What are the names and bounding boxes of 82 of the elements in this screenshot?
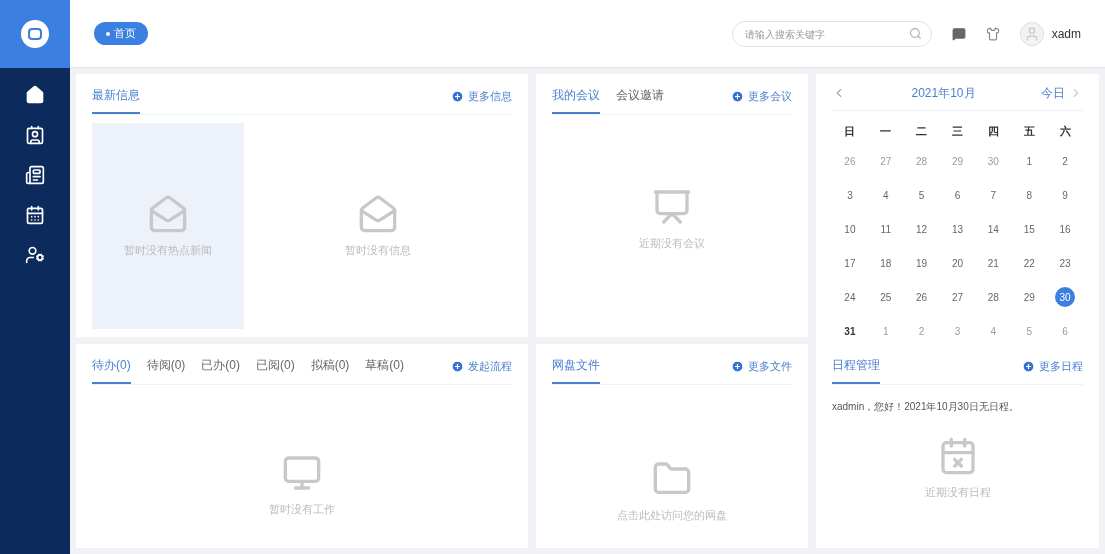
panel-tab[interactable]: 待办(0) bbox=[92, 352, 131, 384]
calendar-day[interactable]: 18 bbox=[875, 253, 896, 273]
calendar-day[interactable]: 30 bbox=[1055, 287, 1076, 307]
calendar-day[interactable]: 24 bbox=[839, 287, 860, 307]
message-icon[interactable] bbox=[951, 26, 966, 41]
calendar-month: 2021年10月 bbox=[910, 85, 977, 102]
calendar-day[interactable]: 4 bbox=[875, 185, 896, 205]
calendar-day[interactable]: 7 bbox=[983, 185, 1004, 205]
envelope-icon bbox=[148, 193, 188, 234]
plus-icon bbox=[451, 89, 464, 103]
logo-icon bbox=[21, 20, 49, 48]
today-button[interactable]: 今日 bbox=[1041, 84, 1065, 102]
panel-tab[interactable]: 网盘文件 bbox=[552, 352, 600, 384]
more-link[interactable]: 发起流程 bbox=[451, 353, 512, 383]
calendar-day[interactable]: 6 bbox=[947, 185, 968, 205]
calendar-day[interactable]: 9 bbox=[1055, 185, 1076, 205]
schedule-message: xadmin，您好！2021年10月30日无日程。 bbox=[832, 400, 1020, 414]
more-link[interactable]: 更多日程 bbox=[1022, 353, 1083, 383]
panel-tab[interactable]: 拟稿(0) bbox=[310, 352, 350, 384]
calendar-day[interactable]: 22 bbox=[1019, 253, 1040, 273]
empty-message: 点击此处访问您的网盘 bbox=[617, 508, 727, 523]
weekday-label: 六 bbox=[1058, 124, 1072, 139]
panel-tab[interactable]: 会议邀请 bbox=[616, 82, 664, 114]
user-gear-icon bbox=[25, 245, 45, 265]
more-link[interactable]: 更多会议 bbox=[731, 83, 792, 113]
panel-tab[interactable]: 已阅(0) bbox=[256, 352, 295, 384]
empty-message: 暂时没有信息 bbox=[345, 242, 411, 258]
shirt-icon[interactable] bbox=[985, 26, 1000, 41]
calendar-day[interactable]: 2 bbox=[1055, 151, 1076, 171]
calendar-icon bbox=[25, 205, 45, 225]
calendar-day[interactable]: 23 bbox=[1055, 253, 1076, 273]
calendar-day[interactable]: 29 bbox=[1019, 287, 1040, 307]
calendar-day[interactable]: 21 bbox=[983, 253, 1004, 273]
plus-icon bbox=[451, 359, 464, 373]
plus-icon bbox=[731, 89, 744, 103]
calendar-day[interactable]: 20 bbox=[947, 253, 968, 273]
more-link[interactable]: 更多信息 bbox=[451, 83, 512, 113]
calendar-day[interactable]: 5 bbox=[911, 185, 932, 205]
weekday-label: 二 bbox=[915, 124, 929, 139]
calendar-day[interactable]: 28 bbox=[983, 287, 1004, 307]
calendar-day[interactable]: 31 bbox=[839, 321, 860, 341]
calendar-day[interactable]: 12 bbox=[911, 219, 932, 239]
calendar-day[interactable]: 8 bbox=[1019, 185, 1040, 205]
empty-message: 近期没有会议 bbox=[639, 236, 705, 251]
panel-tab[interactable]: 日程管理 bbox=[832, 352, 880, 384]
calendar-day[interactable]: 17 bbox=[839, 253, 860, 273]
calendar-day[interactable]: 25 bbox=[875, 287, 896, 307]
envelope-icon bbox=[358, 193, 398, 234]
search-field[interactable]: 请输入搜索关键字 bbox=[731, 21, 932, 47]
calendar-day[interactable]: 15 bbox=[1019, 219, 1040, 239]
panel-tab[interactable]: 最新信息 bbox=[92, 82, 140, 114]
calendar-day[interactable]: 27 bbox=[947, 287, 968, 307]
search-icon bbox=[908, 26, 922, 40]
more-link[interactable]: 更多文件 bbox=[731, 353, 792, 383]
calendar-day[interactable]: 26 bbox=[911, 287, 932, 307]
page-tag[interactable]: 首页 bbox=[94, 22, 148, 45]
weekday-label: 一 bbox=[879, 124, 893, 139]
panel-tab[interactable]: 待阅(0) bbox=[146, 352, 186, 384]
plus-icon bbox=[731, 359, 744, 373]
newspaper-icon bbox=[25, 165, 45, 185]
calendar-day[interactable]: 14 bbox=[983, 219, 1004, 239]
empty-message: 近期没有日程 bbox=[924, 485, 991, 500]
weekday-label: 四 bbox=[986, 124, 1000, 139]
calendar-day[interactable]: 1 bbox=[1019, 151, 1040, 171]
plus-icon bbox=[1022, 359, 1035, 373]
panel-tab[interactable]: 草稿(0) bbox=[365, 352, 405, 384]
calendar-day[interactable]: 19 bbox=[911, 253, 932, 273]
username: xadm bbox=[1051, 25, 1081, 43]
panel-tab[interactable]: 已办(0) bbox=[201, 352, 240, 384]
calendar-day[interactable]: 11 bbox=[875, 219, 896, 239]
weekday-label: 三 bbox=[951, 124, 964, 139]
calendar-day[interactable]: 10 bbox=[839, 219, 860, 239]
weekday-label: 日 bbox=[843, 124, 857, 139]
calendar-day[interactable]: 13 bbox=[947, 219, 968, 239]
calendar-day[interactable]: 3 bbox=[839, 185, 860, 205]
panel-tab[interactable]: 我的会议 bbox=[552, 82, 600, 114]
weekday-label: 五 bbox=[1022, 124, 1036, 139]
presentation-icon bbox=[652, 187, 692, 227]
contact-icon bbox=[25, 125, 45, 145]
calendar-day[interactable]: 16 bbox=[1055, 219, 1076, 239]
home-icon bbox=[25, 85, 45, 105]
monitor-icon bbox=[282, 453, 322, 493]
